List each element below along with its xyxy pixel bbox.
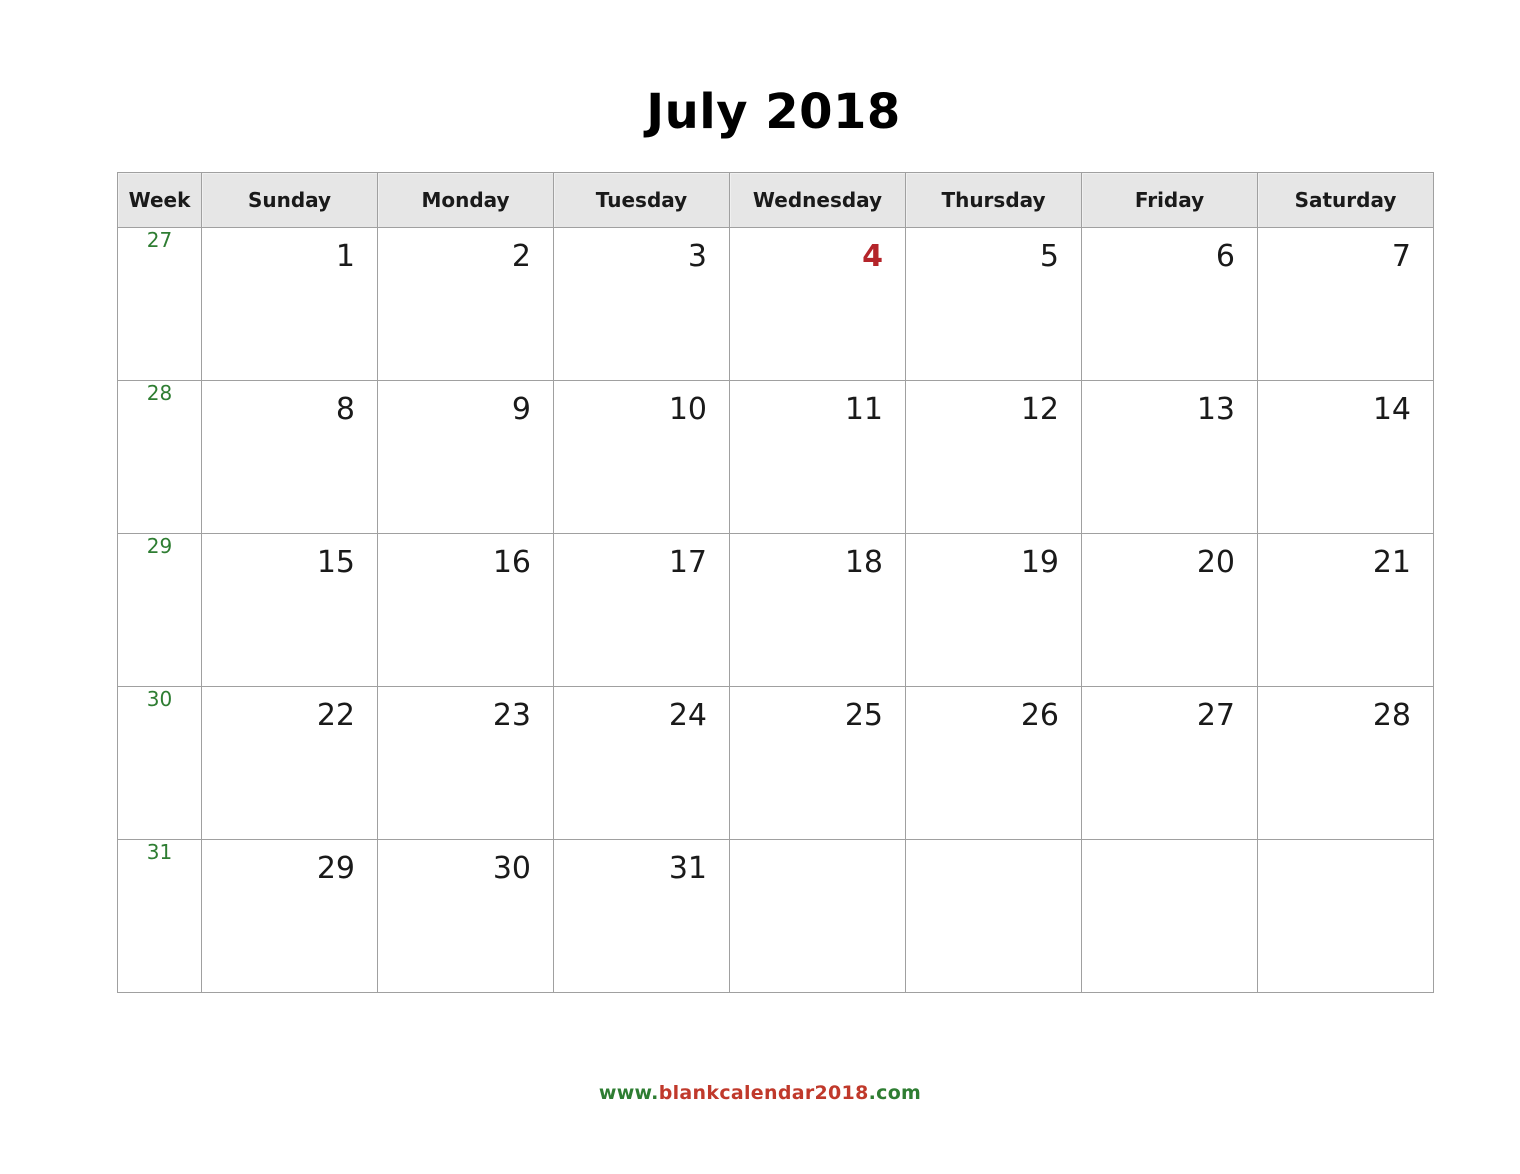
day-cell[interactable]: 18 [729, 533, 906, 687]
column-header-tuesday: Tuesday [553, 172, 730, 228]
footer-watermark: www.blankcalendar2018.com [0, 1082, 1520, 1104]
day-number: 12 [1020, 392, 1059, 427]
day-cell[interactable]: 6 [1081, 227, 1258, 381]
day-cell[interactable]: 7 [1257, 227, 1434, 381]
day-number: 3 [687, 239, 707, 274]
day-number: 21 [1372, 545, 1411, 580]
day-cell[interactable] [729, 839, 906, 993]
day-cell[interactable]: 10 [553, 380, 730, 534]
day-cell[interactable]: 2 [377, 227, 554, 381]
day-number [730, 840, 905, 854]
day-number: 9 [511, 392, 531, 427]
day-number: 23 [492, 698, 531, 733]
day-number: 11 [844, 392, 883, 427]
day-number: 17 [668, 545, 707, 580]
column-header-saturday: Saturday [1257, 172, 1434, 228]
day-number: 6 [1215, 239, 1235, 274]
day-cell[interactable]: 27 [1081, 686, 1258, 840]
day-number: 27 [1196, 698, 1235, 733]
column-header-wednesday: Wednesday [729, 172, 906, 228]
calendar-week-row: 28 8 9 10 11 12 13 14 [117, 380, 1434, 534]
day-cell[interactable]: 26 [905, 686, 1082, 840]
day-number [1258, 840, 1433, 854]
week-number-cell: 31 [117, 839, 202, 993]
day-number: 29 [316, 851, 355, 886]
day-cell[interactable]: 23 [377, 686, 554, 840]
day-number: 22 [316, 698, 355, 733]
calendar-table: Week Sunday Monday Tuesday Wednesday Thu… [117, 172, 1434, 993]
day-number: 24 [668, 698, 707, 733]
day-cell[interactable]: 20 [1081, 533, 1258, 687]
day-number: 15 [316, 545, 355, 580]
calendar-body: 27 1 2 3 4 5 6 7 28 8 9 10 11 12 13 14 29 15 16 17 18 19 20 21 3… [117, 227, 1434, 993]
day-cell[interactable]: 24 [553, 686, 730, 840]
day-cell[interactable]: 22 [201, 686, 378, 840]
day-cell[interactable]: 8 [201, 380, 378, 534]
calendar-week-row: 27 1 2 3 4 5 6 7 [117, 227, 1434, 381]
calendar-header-row: Week Sunday Monday Tuesday Wednesday Thu… [117, 172, 1434, 228]
day-cell[interactable]: 12 [905, 380, 1082, 534]
day-number: 28 [1372, 698, 1411, 733]
day-number: 16 [492, 545, 531, 580]
day-cell[interactable] [905, 839, 1082, 993]
calendar-week-row: 29 15 16 17 18 19 20 21 [117, 533, 1434, 687]
week-number-cell: 28 [117, 380, 202, 534]
day-number: 30 [492, 851, 531, 886]
day-number: 26 [1020, 698, 1059, 733]
day-number: 7 [1391, 239, 1411, 274]
day-cell[interactable]: 11 [729, 380, 906, 534]
day-number: 2 [511, 239, 531, 274]
calendar-page: July 2018 Week Sunday Monday Tuesday Wed… [0, 0, 1520, 1174]
day-number: 13 [1196, 392, 1235, 427]
day-cell[interactable]: 4 [729, 227, 906, 381]
day-number: 5 [1039, 239, 1059, 274]
day-cell[interactable]: 25 [729, 686, 906, 840]
day-number-holiday: 4 [862, 239, 883, 274]
day-cell[interactable]: 15 [201, 533, 378, 687]
day-cell[interactable]: 29 [201, 839, 378, 993]
column-header-friday: Friday [1081, 172, 1258, 228]
day-cell[interactable]: 13 [1081, 380, 1258, 534]
column-header-sunday: Sunday [201, 172, 378, 228]
day-number: 20 [1196, 545, 1235, 580]
day-cell[interactable]: 1 [201, 227, 378, 381]
day-cell[interactable]: 19 [905, 533, 1082, 687]
calendar-grid-container: Week Sunday Monday Tuesday Wednesday Thu… [117, 172, 1434, 993]
day-cell[interactable]: 14 [1257, 380, 1434, 534]
footer-url-suffix: .com [868, 1082, 922, 1104]
calendar-week-row: 30 22 23 24 25 26 27 28 [117, 686, 1434, 840]
column-header-monday: Monday [377, 172, 554, 228]
day-cell[interactable] [1081, 839, 1258, 993]
day-cell[interactable] [1257, 839, 1434, 993]
day-cell[interactable]: 21 [1257, 533, 1434, 687]
day-number: 1 [335, 239, 355, 274]
footer-url-prefix: www. [598, 1082, 659, 1104]
day-number: 10 [668, 392, 707, 427]
day-cell[interactable]: 3 [553, 227, 730, 381]
day-cell[interactable]: 31 [553, 839, 730, 993]
day-number: 14 [1372, 392, 1411, 427]
day-cell[interactable]: 9 [377, 380, 554, 534]
day-cell[interactable]: 30 [377, 839, 554, 993]
week-number-cell: 29 [117, 533, 202, 687]
day-number: 8 [335, 392, 355, 427]
calendar-week-row: 31 29 30 31 [117, 839, 1434, 993]
day-number: 19 [1020, 545, 1059, 580]
day-number: 25 [844, 698, 883, 733]
footer-url-middle: blankcalendar2018 [658, 1082, 869, 1104]
page-title: July 2018 [646, 84, 901, 140]
day-cell[interactable]: 5 [905, 227, 1082, 381]
week-number-cell: 30 [117, 686, 202, 840]
day-cell[interactable]: 16 [377, 533, 554, 687]
day-number [1082, 840, 1257, 854]
day-cell[interactable]: 28 [1257, 686, 1434, 840]
column-header-thursday: Thursday [905, 172, 1082, 228]
day-number: 18 [844, 545, 883, 580]
day-number [906, 840, 1081, 854]
day-number: 31 [668, 851, 707, 886]
week-number-cell: 27 [117, 227, 202, 381]
day-cell[interactable]: 17 [553, 533, 730, 687]
column-header-week: Week [117, 172, 202, 228]
